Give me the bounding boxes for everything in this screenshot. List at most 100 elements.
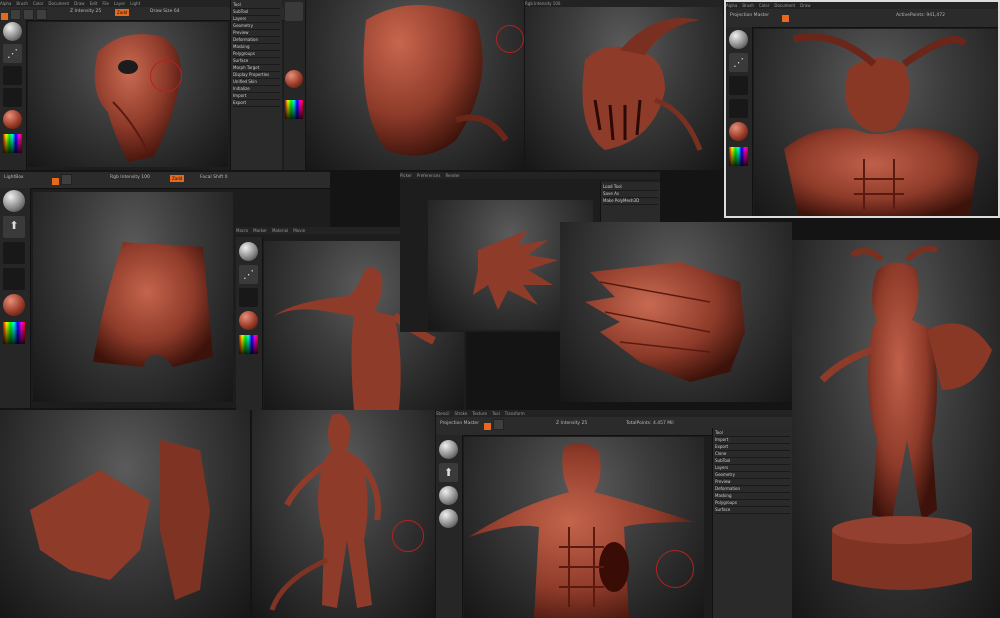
palette-masking[interactable]: Masking — [715, 493, 790, 500]
palette-preview[interactable]: Preview — [233, 30, 280, 37]
tool-palette-title[interactable]: Tool — [233, 2, 280, 9]
viewport[interactable] — [33, 192, 233, 402]
brush-standard-icon[interactable] — [729, 30, 748, 49]
rgb-intensity-label[interactable]: Rgb Intensity 100 — [110, 175, 150, 180]
draw-button[interactable] — [484, 423, 491, 430]
palette-geometry[interactable]: Geometry — [715, 472, 790, 479]
tool-palette-title[interactable]: Tool — [715, 430, 790, 437]
stroke-dots-icon[interactable]: ⬆ — [3, 216, 25, 238]
palette-polygroups[interactable]: Polygroups — [233, 51, 280, 58]
alpha-icon[interactable] — [439, 486, 458, 505]
texture-icon[interactable] — [3, 268, 25, 290]
viewport[interactable] — [464, 437, 704, 618]
menu-bar[interactable]: Alpha Brush Color Document Draw — [726, 2, 998, 9]
palette-initialize[interactable]: Initialize — [233, 86, 280, 93]
rotate-button[interactable] — [36, 9, 47, 20]
color-picker-icon[interactable] — [729, 147, 748, 166]
move-button[interactable] — [61, 174, 72, 185]
palette-layers[interactable]: Layers — [715, 465, 790, 472]
material-icon[interactable] — [3, 110, 22, 129]
tool-palette[interactable]: Tool SubTool Layers Geometry Preview Def… — [230, 0, 282, 170]
z-intensity-label[interactable]: Z Intensity 25 — [70, 9, 101, 14]
menu-bar[interactable]: Stencil Stroke Texture Tool Transform — [436, 410, 792, 417]
texture-icon[interactable] — [3, 88, 22, 107]
wing-closeup-viewport[interactable] — [560, 222, 792, 402]
lightbox-icon[interactable] — [285, 2, 303, 21]
color-picker-icon[interactable] — [239, 335, 258, 354]
texture-icon[interactable] — [439, 509, 458, 528]
horned-skull-viewport[interactable]: Rgb Intensity 100 — [525, 0, 723, 170]
zadd-button[interactable]: Zadd — [170, 175, 185, 182]
material-sphere-icon[interactable] — [285, 70, 303, 88]
projection-master-label[interactable]: Projection Master — [440, 421, 479, 426]
move-button[interactable] — [493, 419, 504, 430]
right-tool-shelf — [284, 0, 305, 170]
palette-layers[interactable]: Layers — [233, 16, 280, 23]
palette-load-tool[interactable]: Load Tool — [603, 184, 658, 191]
palette-import[interactable]: Import — [715, 437, 790, 444]
draw-button[interactable] — [1, 13, 8, 20]
menu-bar[interactable]: Picker Preferences Render — [400, 172, 660, 179]
full-statue-viewport[interactable] — [792, 240, 1000, 618]
palette-save-as[interactable]: Save As — [603, 191, 658, 198]
alpha-icon[interactable] — [3, 242, 25, 264]
material-icon[interactable] — [729, 122, 748, 141]
brush-cursor-circle — [392, 520, 424, 552]
palette-export[interactable]: Export — [233, 100, 280, 107]
z-intensity-label[interactable]: Z Intensity 25 — [556, 421, 587, 426]
alpha-icon[interactable] — [239, 288, 258, 307]
color-picker-icon[interactable] — [3, 322, 25, 344]
palette-subtool[interactable]: SubTool — [715, 458, 790, 465]
stroke-dots-icon[interactable]: ⋰ — [239, 265, 258, 284]
stroke-dots-icon[interactable]: ⬆ — [439, 463, 458, 482]
palette-export[interactable]: Export — [715, 444, 790, 451]
palette-deformation[interactable]: Deformation — [715, 486, 790, 493]
palette-clone[interactable]: Clone — [715, 451, 790, 458]
alpha-icon[interactable] — [729, 76, 748, 95]
material-icon[interactable] — [239, 311, 258, 330]
palette-surface[interactable]: Surface — [233, 58, 280, 65]
alpha-icon[interactable] — [3, 66, 22, 85]
brush-standard-icon[interactable] — [439, 440, 458, 459]
projection-master-label[interactable]: Projection Master — [730, 13, 769, 18]
palette-geometry[interactable]: Geometry — [233, 23, 280, 30]
palette-deformation[interactable]: Deformation — [233, 37, 280, 44]
color-picker-right-icon[interactable] — [285, 100, 303, 119]
palette-preview[interactable]: Preview — [715, 479, 790, 486]
viewport[interactable] — [754, 29, 998, 216]
palette-surface[interactable]: Surface — [715, 507, 790, 514]
top-toolbar[interactable]: LightBox Rgb Intensity 100 Zadd Focal Sh… — [0, 172, 330, 189]
palette-morph-target[interactable]: Morph Target — [233, 65, 280, 72]
zmapper-label[interactable]: LightBox — [4, 175, 24, 180]
mask-closeup-viewport[interactable] — [306, 0, 524, 170]
color-picker-icon[interactable] — [3, 134, 22, 153]
draw-button[interactable] — [52, 178, 59, 185]
palette-display-properties[interactable]: Display Properties — [233, 72, 280, 79]
tool-palette[interactable]: Tool Import Export Clone SubTool Layers … — [712, 428, 792, 618]
focal-shift-label[interactable]: Focal Shift 0 — [200, 175, 228, 180]
move-button[interactable] — [10, 9, 21, 20]
brush-standard-icon[interactable] — [239, 242, 258, 261]
palette-polygroups[interactable]: Polygroups — [715, 500, 790, 507]
palette-masking[interactable]: Masking — [233, 44, 280, 51]
brush-standard-icon[interactable] — [3, 22, 22, 41]
zadd-button[interactable]: Zadd — [115, 9, 130, 16]
standing-figure-viewport[interactable] — [252, 410, 435, 618]
zbrush-window-bust: Alpha Brush Color Document Draw Projection M… — [724, 0, 1000, 218]
stroke-dots-icon[interactable]: ⋰ — [3, 44, 22, 63]
top-toolbar[interactable]: Projection Master ActivePoints: 941,472 — [726, 9, 998, 28]
palette-import[interactable]: Import — [233, 93, 280, 100]
scale-button[interactable] — [23, 9, 34, 20]
texture-icon[interactable] — [729, 99, 748, 118]
viewport[interactable] — [28, 22, 228, 167]
brush-cursor-circle — [656, 550, 694, 588]
material-icon[interactable] — [3, 294, 25, 316]
palette-unified-skin[interactable]: Unified Skin — [233, 79, 280, 86]
stroke-dots-icon[interactable]: ⋰ — [729, 53, 748, 72]
palette-subtool[interactable]: SubTool — [233, 9, 280, 16]
draw-size-label[interactable]: Draw Size 64 — [150, 9, 180, 14]
palette-make-polymesh[interactable]: Make PolyMesh3D — [603, 198, 658, 205]
brush-standard-icon[interactable] — [3, 190, 25, 212]
draw-button[interactable] — [782, 15, 789, 22]
wings-viewport[interactable] — [0, 410, 250, 618]
